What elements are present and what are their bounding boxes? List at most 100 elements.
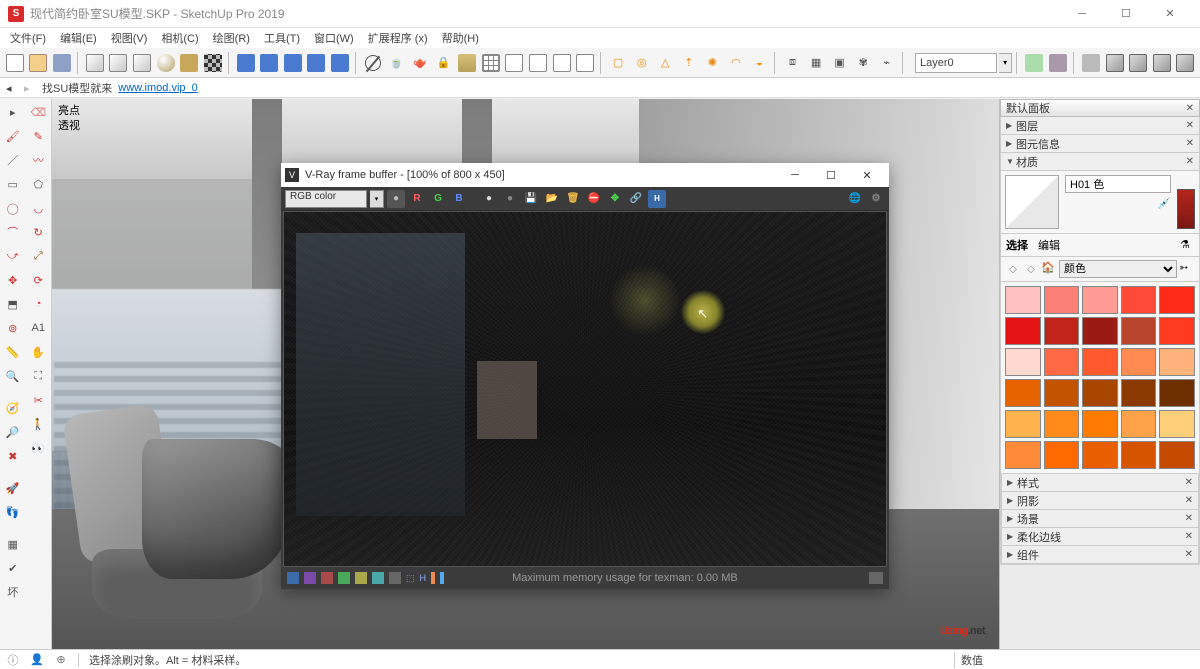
menu-help[interactable]: 帮助(H) (436, 28, 485, 48)
tb-win4[interactable] (574, 50, 596, 76)
tb-lock[interactable]: 🔒 (433, 50, 455, 76)
arc2-tool[interactable]: ⤻ (2, 245, 24, 267)
color-swatch[interactable] (1044, 410, 1080, 438)
material-name-field[interactable] (1065, 175, 1171, 193)
vfb-close[interactable]: ✕ (849, 163, 885, 187)
vtool-1[interactable]: 🚀 (2, 477, 24, 499)
section-styles[interactable]: ▶样式✕ (1001, 474, 1199, 492)
tb-obj3[interactable]: ▣ (829, 50, 851, 76)
color-swatch[interactable] (1044, 348, 1080, 376)
vtool-2[interactable]: 👣 (2, 501, 24, 523)
minimize-button[interactable]: ─ (1060, 0, 1104, 28)
lang-toggle[interactable]: 坏 (2, 581, 24, 603)
section-shadows[interactable]: ▶阴影✕ (1001, 492, 1199, 510)
vfb-stop[interactable]: ⛔ (585, 190, 603, 208)
menu-edit[interactable]: 编辑(E) (54, 28, 103, 48)
source-link[interactable]: www.imod.vip_0 (118, 82, 197, 94)
vfb-channel-dropdown[interactable]: ▾ (370, 190, 384, 208)
vfb-channel-select[interactable]: RGB color (285, 190, 367, 208)
tb-ex1[interactable] (1024, 50, 1046, 76)
tb-vray4[interactable] (306, 50, 328, 76)
section-entityinfo[interactable]: ▶图元信息✕ (1000, 135, 1200, 153)
status-user-icon[interactable]: 👤 (30, 653, 44, 667)
menu-file[interactable]: 文件(F) (4, 28, 52, 48)
tb-cube1[interactable] (84, 50, 106, 76)
section-soften[interactable]: ▶柔化边线✕ (1001, 528, 1199, 546)
freehand-tool[interactable]: 〰 (27, 149, 49, 171)
color-swatch[interactable] (1005, 286, 1041, 314)
palette-go-icon[interactable]: ➳ (1179, 261, 1195, 277)
palette-select[interactable]: 颜色 (1059, 260, 1177, 278)
tb-light4[interactable]: ⇡ (678, 50, 700, 76)
layer-dropdown[interactable]: ▾ (999, 53, 1012, 73)
viewport[interactable]: 亮点透视 V V-Ray frame buffer - [100% of 800… (52, 99, 999, 649)
vfb-minimize[interactable]: ─ (777, 163, 813, 187)
vfb-region[interactable]: ✥ (606, 190, 624, 208)
vfb-maximize[interactable]: ☐ (813, 163, 849, 187)
menu-draw[interactable]: 绘图(R) (207, 28, 256, 48)
color-swatch[interactable] (1082, 410, 1118, 438)
tb-vray1[interactable] (235, 50, 257, 76)
tb-new[interactable] (4, 50, 26, 76)
materials-tab-select[interactable]: 选择 (1006, 237, 1028, 253)
section-tool[interactable]: ✂ (27, 389, 49, 411)
tb-hidden[interactable] (362, 50, 384, 76)
tb-obj2[interactable]: ▦ (805, 50, 827, 76)
tb-light1[interactable]: ▢ (607, 50, 629, 76)
color-swatch[interactable] (1121, 348, 1157, 376)
tb-save[interactable] (51, 50, 73, 76)
vfb-dot2[interactable]: ● (501, 190, 519, 208)
tb-light5[interactable]: ✺ (702, 50, 724, 76)
section-components[interactable]: ▶组件✕ (1001, 546, 1199, 564)
tb-vray2[interactable] (259, 50, 281, 76)
tb-sphere[interactable] (155, 50, 177, 76)
axes-tool[interactable]: ✖ (2, 445, 24, 467)
check-toggle[interactable]: ✔ (2, 557, 24, 579)
grid-toggle[interactable]: ▦ (2, 533, 24, 555)
vfb-save[interactable]: 💾 (522, 190, 540, 208)
vfb-hist[interactable]: H (648, 190, 666, 208)
offset-tool[interactable]: ⊚ (2, 317, 24, 339)
tb-ex2[interactable] (1047, 50, 1069, 76)
tb-obj1[interactable]: ⧈ (782, 50, 804, 76)
color-swatch[interactable] (1121, 317, 1157, 345)
tb-ex7[interactable] (1174, 50, 1196, 76)
color-swatch[interactable] (1044, 286, 1080, 314)
close-button[interactable]: ✕ (1148, 0, 1192, 28)
color-swatch[interactable] (1082, 348, 1118, 376)
vfb-render-view[interactable]: ↖ (283, 211, 887, 567)
color-swatch[interactable] (1159, 410, 1195, 438)
color-swatch[interactable] (1005, 379, 1041, 407)
color-swatch[interactable] (1082, 286, 1118, 314)
section-layers[interactable]: ▶图层✕ (1000, 117, 1200, 135)
menu-extensions[interactable]: 扩展程序 (x) (362, 28, 434, 48)
tb-win3[interactable] (551, 50, 573, 76)
materials-tab-edit[interactable]: 编辑 (1038, 237, 1060, 253)
tb-light2[interactable]: ◎ (631, 50, 653, 76)
tb-ex4[interactable] (1104, 50, 1126, 76)
menu-camera[interactable]: 相机(C) (155, 28, 204, 48)
color-swatch[interactable] (1044, 317, 1080, 345)
tb-light6[interactable]: ◠ (725, 50, 747, 76)
tb-vray5[interactable] (329, 50, 351, 76)
tb-win2[interactable] (527, 50, 549, 76)
vfb-settings[interactable]: ⚙ (867, 190, 885, 208)
pan-tool[interactable]: ✋ (27, 341, 49, 363)
tb-obj4[interactable]: ✾ (852, 50, 874, 76)
default-tray-header[interactable]: 默认面板✕ (1000, 99, 1200, 117)
arc3-tool[interactable]: ◡ (27, 197, 49, 219)
menu-tools[interactable]: 工具(T) (258, 28, 306, 48)
vfb-r[interactable]: R (408, 190, 426, 208)
protractor-tool[interactable]: ◔ (27, 293, 49, 315)
color-swatch[interactable] (1121, 286, 1157, 314)
tb-layers[interactable] (456, 50, 478, 76)
materials-filter-icon[interactable]: ⚗ (1180, 238, 1194, 252)
tb-grid1[interactable] (480, 50, 502, 76)
color-swatch[interactable] (1159, 441, 1195, 469)
circle-tool[interactable]: ◯ (2, 197, 24, 219)
walk-tool[interactable]: 🚶 (27, 413, 49, 435)
material-current-color[interactable] (1177, 189, 1195, 229)
color-swatch[interactable] (1082, 379, 1118, 407)
paint-tool[interactable]: 🖌 (2, 125, 24, 147)
color-swatch[interactable] (1082, 317, 1118, 345)
